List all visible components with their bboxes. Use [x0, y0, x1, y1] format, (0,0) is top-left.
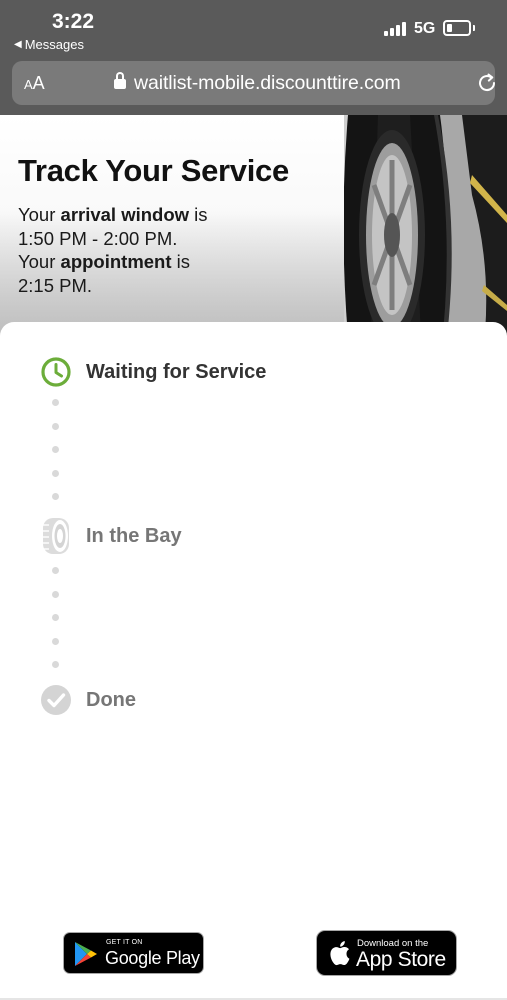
tire-icon	[43, 518, 69, 554]
progress-dot	[52, 661, 59, 668]
signal-icon	[384, 22, 408, 36]
step-label: In the Bay	[86, 524, 182, 547]
app-store-text: App Store	[356, 948, 446, 971]
arrival-window-label: arrival window	[60, 204, 190, 225]
step-waiting-for-service: Waiting for Service	[40, 356, 266, 388]
status-time: 3:22	[52, 10, 95, 33]
progress-dot	[52, 399, 59, 406]
progress-dot	[52, 493, 59, 500]
google-play-text: Google Play	[105, 948, 200, 968]
page-title: Track Your Service	[18, 153, 289, 188]
back-caret-icon: ◀	[14, 39, 22, 50]
progress-dot	[52, 591, 59, 598]
app-store-badge[interactable]: Download on the App Store	[316, 930, 457, 976]
step-in-the-bay: In the Bay	[40, 516, 182, 556]
lock-icon	[114, 72, 126, 90]
text-size-button[interactable]: AA	[24, 73, 45, 94]
browser-toolbar: AA waitlist-mobile.discounttire.com	[0, 58, 507, 115]
back-app-label: Messages	[24, 37, 84, 52]
google-play-badge[interactable]: GET IT ON Google Play	[63, 932, 204, 974]
back-to-messages-button[interactable]: ◀ Messages	[14, 37, 84, 52]
progress-dot	[52, 446, 59, 453]
clock-icon	[41, 357, 71, 387]
network-type: 5G	[414, 20, 436, 37]
progress-dot	[52, 614, 59, 621]
reload-icon[interactable]	[476, 72, 498, 94]
url-text[interactable]: waitlist-mobile.discounttire.com	[134, 72, 401, 95]
google-play-small-text: GET IT ON	[106, 939, 143, 946]
battery-icon	[443, 20, 471, 36]
status-bar: 3:22 ◀ Messages 5G	[0, 0, 507, 58]
step-label: Done	[86, 688, 136, 711]
battery-tip	[473, 25, 475, 31]
google-play-icon	[75, 942, 97, 966]
service-tracker-card	[0, 322, 507, 1000]
progress-dot	[52, 423, 59, 430]
step-label: Waiting for Service	[86, 360, 267, 383]
progress-dot	[52, 638, 59, 645]
arrival-window-time: 1:50 PM - 2:00 PM.	[18, 227, 178, 249]
appointment-info: Your arrival window is 1:50 PM - 2:00 PM…	[18, 204, 208, 296]
appointment-label: appointment	[60, 251, 172, 272]
progress-dot	[52, 470, 59, 477]
address-bar[interactable]: AA waitlist-mobile.discounttire.com	[12, 61, 498, 105]
appointment-time: 2:15 PM.	[18, 274, 93, 296]
progress-dot	[52, 567, 59, 574]
apple-icon	[330, 941, 350, 966]
step-done: Done	[40, 684, 136, 716]
checkmark-icon	[41, 685, 71, 715]
